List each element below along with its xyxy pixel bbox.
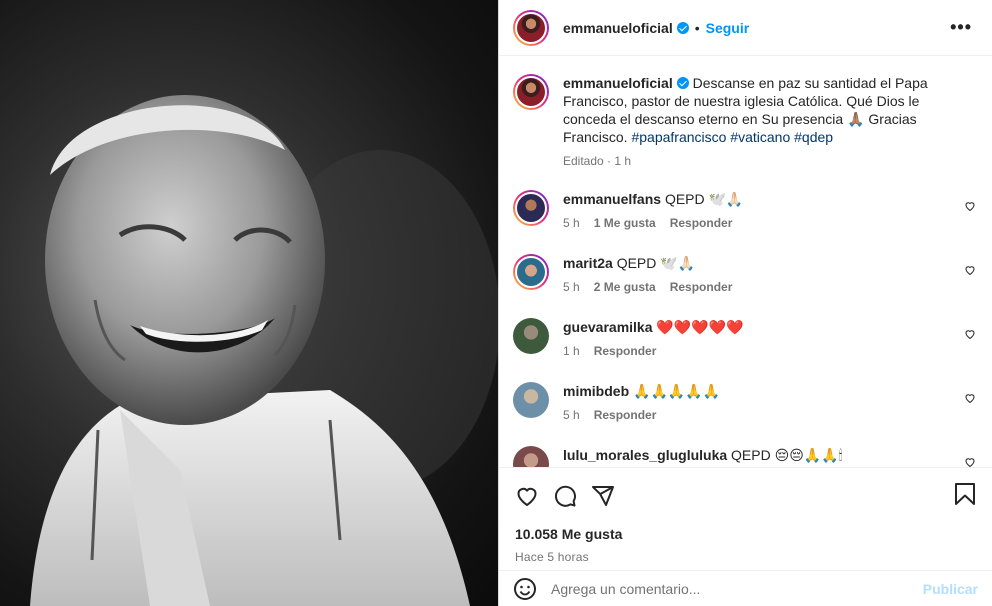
post-header: emmanueloficial • Seguir •••: [499, 0, 992, 56]
comment-text: ❤️❤️❤️❤️❤️: [656, 319, 744, 335]
verified-icon: [676, 21, 689, 34]
bookmark-icon[interactable]: [954, 482, 976, 506]
comment-row: mimibdeb 🙏🙏🙏🙏🙏 5 h Responder: [513, 382, 978, 422]
comment-username[interactable]: guevaramilka: [563, 319, 653, 335]
emoji-icon[interactable]: [513, 577, 537, 601]
caption-username[interactable]: emmanueloficial: [563, 75, 673, 91]
comment-heart-icon[interactable]: [964, 456, 976, 467]
comment-icon[interactable]: [553, 484, 577, 508]
comment-row: emmanuelfans QEPD 🕊️🙏🏻 5 h 1 Me gusta Resp…: [513, 190, 978, 230]
comment-text: 🙏🙏🙏🙏🙏: [633, 383, 721, 399]
post-panel: emmanueloficial • Seguir ••• emmanuelofi…: [499, 0, 992, 606]
post-time: Hace 5 horas: [515, 550, 589, 564]
likes-count[interactable]: 10.058 Me gusta: [515, 526, 976, 542]
share-icon[interactable]: [591, 484, 615, 508]
publish-button[interactable]: Publicar: [923, 581, 978, 597]
avatar[interactable]: [513, 446, 549, 467]
comment-time: 1 h: [563, 344, 580, 358]
follow-button[interactable]: Seguir: [706, 20, 750, 36]
comment-text: QEPD 🕊️🙏🏻: [616, 255, 696, 271]
comment-row: marit2a QEPD 🕊️🙏🏻 5 h 2 Me gusta Responder: [513, 254, 978, 294]
comment-heart-icon[interactable]: [964, 328, 976, 340]
avatar[interactable]: [513, 190, 549, 226]
reply-button[interactable]: Responder: [670, 280, 733, 294]
comment-heart-icon[interactable]: [964, 200, 976, 212]
avatar[interactable]: [513, 254, 549, 290]
reply-button[interactable]: Responder: [670, 216, 733, 230]
avatar[interactable]: [513, 382, 549, 418]
comment-likes[interactable]: 1 Me gusta: [594, 216, 656, 230]
comment-username[interactable]: marit2a: [563, 255, 613, 271]
reply-button[interactable]: Responder: [594, 408, 657, 422]
reply-button[interactable]: Responder: [594, 344, 657, 358]
comment-row: guevaramilka ❤️❤️❤️❤️❤️ 1 h Responder: [513, 318, 978, 358]
verified-icon: [676, 77, 689, 89]
more-icon[interactable]: •••: [950, 17, 978, 38]
pope-photo: [30, 95, 498, 606]
comment-time: 5 h: [563, 280, 580, 294]
comments-list[interactable]: emmanueloficial Descanse en paz su santi…: [499, 56, 992, 467]
comment-text: QEPD 🕊️🙏🏻: [664, 191, 744, 207]
comment-time: 5 h: [563, 216, 580, 230]
comment-likes[interactable]: 2 Me gusta: [594, 280, 656, 294]
heart-icon[interactable]: [515, 484, 539, 508]
comment-username[interactable]: mimibdeb: [563, 383, 629, 399]
caption-meta: Editado · 1 h: [563, 154, 632, 168]
avatar[interactable]: [513, 318, 549, 354]
comment-heart-icon[interactable]: [964, 392, 976, 404]
comment-username[interactable]: emmanuelfans: [563, 191, 661, 207]
caption-hashtags[interactable]: #papafrancisco #vaticano #qdep: [631, 129, 833, 145]
avatar[interactable]: [513, 74, 549, 110]
add-comment-bar: Publicar: [499, 570, 992, 606]
caption: emmanueloficial Descanse en paz su santi…: [513, 74, 978, 168]
header-username[interactable]: emmanueloficial: [563, 20, 673, 36]
comment-username[interactable]: lulu_morales_glugluluka: [563, 447, 727, 463]
comment-row: lulu_morales_glugluluka QEPD 😔😔🙏🙏🕯: [513, 446, 978, 467]
separator-dot: •: [694, 19, 700, 36]
caption-text: emmanueloficial Descanse en paz su santi…: [563, 74, 943, 146]
comment-time: 5 h: [563, 408, 580, 422]
comment-text: QEPD 😔😔🙏🙏🕯: [731, 447, 843, 463]
comment-heart-icon[interactable]: [964, 264, 976, 276]
comment-input[interactable]: [551, 580, 891, 597]
post-image: [0, 0, 498, 606]
avatar[interactable]: [513, 9, 549, 46]
